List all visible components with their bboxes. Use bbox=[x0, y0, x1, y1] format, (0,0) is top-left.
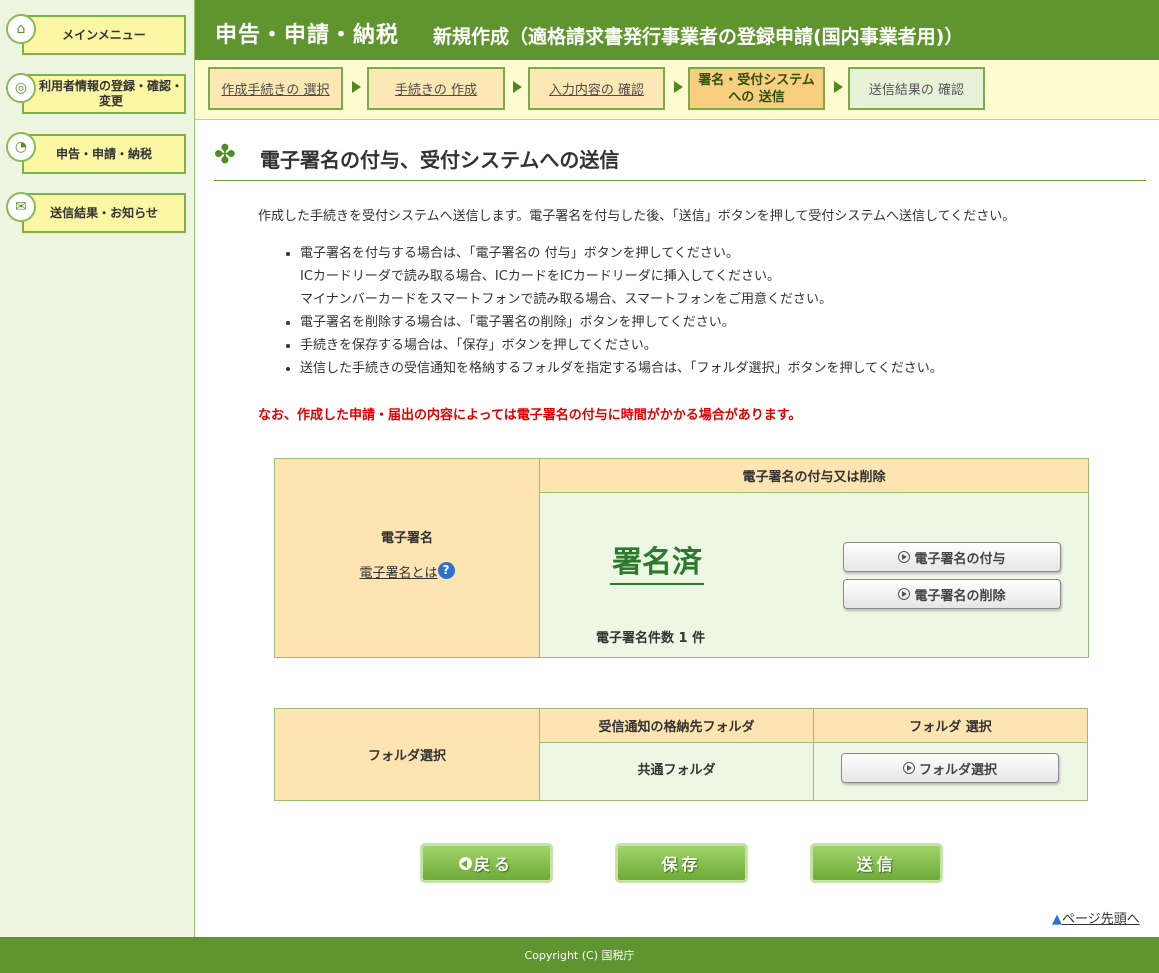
signature-table: 電子署名 電子署名とは? 電子署名の付与又は削除 署名済 電子署名件数 1 件 … bbox=[274, 458, 1089, 658]
back-arrow-icon bbox=[458, 856, 472, 870]
delete-signature-button[interactable]: 電子署名の削除 bbox=[843, 579, 1061, 609]
step-arrow-icon bbox=[674, 81, 683, 93]
page-top-link[interactable]: ▲ページ先頭へ bbox=[1052, 908, 1140, 927]
list-item-text: 手続きを保存する場合は、「保存」ボタンを押してください。 bbox=[300, 338, 657, 353]
send-button[interactable]: 送信 bbox=[810, 843, 943, 883]
signature-label-cell: 電子署名 電子署名とは? bbox=[274, 458, 540, 658]
step-label: 署名・受付システムへの 送信 bbox=[698, 72, 815, 105]
step-sign-and-send: 署名・受付システムへの 送信 bbox=[688, 67, 825, 110]
select-folder-button[interactable]: フォルダ選択 bbox=[841, 753, 1059, 783]
list-item: 手続きを保存する場合は、「保存」ボタンを押してください。 bbox=[300, 334, 943, 357]
sidebar-item-user-info[interactable]: 利用者情報の登録・確認・変更 bbox=[22, 74, 186, 114]
button-label: フォルダ選択 bbox=[918, 762, 997, 778]
list-item: 電子署名を削除する場合は、「電子署名の削除」ボタンを押してください。 bbox=[300, 311, 943, 334]
home-icon: ⌂ bbox=[6, 14, 36, 44]
signature-status: 署名済 bbox=[610, 537, 704, 585]
list-item-text: 送信した手続きの受信通知を格納するフォルダを指定する場合は、「フォルダ選択」ボタ… bbox=[300, 361, 943, 376]
list-item: 電子署名を付与する場合は、「電子署名の 付与」ボタンを押してください。 ICカー… bbox=[300, 242, 943, 311]
signature-help-link[interactable]: 電子署名とは bbox=[359, 566, 437, 581]
save-button[interactable]: 保存 bbox=[615, 843, 748, 883]
sidebar: メインメニュー ⌂ 利用者情報の登録・確認・変更 ◎ 申告・申請・納税 ◔ 送信… bbox=[0, 0, 195, 937]
folder-table: フォルダ選択 受信通知の格納先フォルダ フォルダ 選択 共通フォルダ フォルダ選… bbox=[274, 708, 1088, 801]
sidebar-item-filing[interactable]: 申告・申請・納税 bbox=[22, 134, 186, 174]
step-arrow-icon bbox=[513, 81, 522, 93]
sidebar-item-label: 送信結果・お知らせ bbox=[50, 205, 158, 220]
add-signature-button[interactable]: 電子署名の付与 bbox=[843, 542, 1061, 572]
clover-icon: ✤ bbox=[214, 140, 236, 170]
step-label: 作成手続きの 選択 bbox=[221, 83, 330, 98]
button-label: 電子署名の削除 bbox=[914, 588, 1006, 604]
signature-action-cell: 署名済 電子署名件数 1 件 電子署名の付与 電子署名の削除 bbox=[539, 492, 1089, 658]
button-label: 送信 bbox=[856, 855, 897, 874]
warning-text: なお、作成した申請・届出の内容によっては電子署名の付与に時間がかかる場合がありま… bbox=[258, 408, 802, 423]
step-confirm-input[interactable]: 入力内容の 確認 bbox=[528, 67, 665, 110]
help-question-icon[interactable]: ? bbox=[437, 562, 455, 579]
page-top-label: ページ先頭へ bbox=[1062, 912, 1140, 927]
sidebar-item-results[interactable]: 送信結果・お知らせ bbox=[22, 193, 186, 233]
folder-col1-header: 受信通知の格納先フォルダ bbox=[539, 708, 814, 743]
instruction-list: 電子署名を付与する場合は、「電子署名の 付与」ボタンを押してください。 ICカー… bbox=[280, 242, 943, 380]
step-select-procedure[interactable]: 作成手続きの 選択 bbox=[208, 67, 343, 110]
page-subtitle: 新規作成（適格請求書発行事業者の登録申請(国内事業者用)） bbox=[433, 26, 964, 48]
list-item-text: 電子署名を付与する場合は、「電子署名の 付与」ボタンを押してください。 bbox=[300, 246, 739, 261]
footer: Copyright (C) 国税庁 bbox=[0, 937, 1159, 973]
clock-icon: ◔ bbox=[6, 132, 36, 162]
signature-label: 電子署名 bbox=[380, 531, 433, 546]
step-label: 送信結果の 確認 bbox=[868, 83, 965, 98]
step-confirm-results: 送信結果の 確認 bbox=[848, 67, 985, 110]
sidebar-item-label: メインメニュー bbox=[62, 27, 146, 42]
step-arrow-icon bbox=[834, 81, 843, 93]
folder-label: フォルダ選択 bbox=[274, 708, 540, 801]
play-icon bbox=[902, 762, 915, 774]
target-icon: ◎ bbox=[6, 73, 36, 103]
up-arrow-icon: ▲ bbox=[1052, 912, 1062, 927]
back-button[interactable]: 戻る bbox=[420, 843, 553, 883]
play-icon bbox=[898, 588, 911, 600]
copyright-text: Copyright (C) 国税庁 bbox=[524, 949, 635, 962]
sidebar-item-label: 申告・申請・納税 bbox=[55, 146, 152, 161]
list-item-text: マイナンバーカードをスマートフォンで読み取る場合、スマートフォンをご用意ください… bbox=[300, 292, 832, 307]
step-label: 手続きの 作成 bbox=[394, 83, 478, 98]
sidebar-item-label: 利用者情報の登録・確認・変更 bbox=[38, 79, 183, 108]
step-indicator: 作成手続きの 選択 手続きの 作成 入力内容の 確認 署名・受付システムへの 送… bbox=[195, 60, 1159, 120]
folder-col2-header: フォルダ 選択 bbox=[813, 708, 1088, 743]
step-arrow-icon bbox=[352, 81, 361, 93]
page-title: 電子署名の付与、受付システムへの送信 bbox=[260, 148, 620, 172]
play-icon bbox=[898, 551, 911, 563]
button-label: 電子署名の付与 bbox=[914, 551, 1006, 567]
signature-header: 電子署名の付与又は削除 bbox=[539, 458, 1089, 493]
list-item: 送信した手続きの受信通知を格納するフォルダを指定する場合は、「フォルダ選択」ボタ… bbox=[300, 357, 943, 380]
signature-count: 電子署名件数 1 件 bbox=[596, 631, 706, 646]
list-item-text: ICカードリーダで読み取る場合、ICカードをICカードリーダに挿入してください。 bbox=[300, 269, 780, 284]
button-label: 戻る bbox=[473, 855, 514, 874]
mail-icon: ✉ bbox=[6, 192, 36, 222]
step-create-procedure[interactable]: 手続きの 作成 bbox=[367, 67, 505, 110]
folder-action-cell: フォルダ選択 bbox=[813, 742, 1088, 801]
section-title: 申告・申請・納税 bbox=[215, 23, 400, 48]
page-title-row: ✤ 電子署名の付与、受付システムへの送信 bbox=[214, 138, 1146, 181]
button-label: 保存 bbox=[661, 855, 702, 874]
sidebar-item-main-menu[interactable]: メインメニュー bbox=[22, 15, 186, 55]
folder-value: 共通フォルダ bbox=[539, 742, 814, 801]
intro-text: 作成した手続きを受付システムへ送信します。電子署名を付与した後、「送信」ボタンを… bbox=[258, 209, 1016, 224]
header: 申告・申請・納税 新規作成（適格請求書発行事業者の登録申請(国内事業者用)） bbox=[195, 0, 1159, 60]
step-label: 入力内容の 確認 bbox=[548, 83, 645, 98]
list-item-text: 電子署名を削除する場合は、「電子署名の削除」ボタンを押してください。 bbox=[300, 315, 735, 330]
